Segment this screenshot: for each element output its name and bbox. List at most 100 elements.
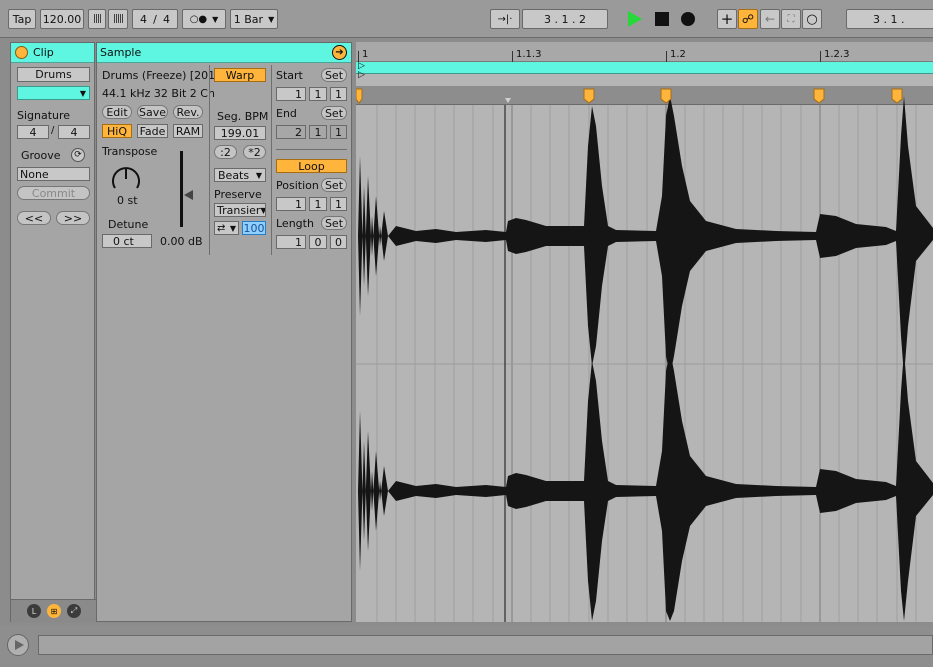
preserve-label: Preserve — [214, 188, 262, 201]
play-icon[interactable] — [628, 11, 642, 27]
time-signature-field[interactable]: 4 / 4 — [132, 9, 178, 29]
detune-label: Detune — [108, 218, 149, 231]
detune-field[interactable]: 0 ct — [102, 234, 152, 248]
length-beat-field[interactable]: 0 — [309, 235, 327, 249]
hiq-button[interactable]: HiQ — [102, 124, 132, 138]
position-set-button[interactable]: Set — [321, 178, 347, 192]
save-button[interactable]: Save — [137, 105, 168, 119]
launch-box-icon[interactable]: L — [27, 604, 41, 618]
sample-file-info: 44.1 kHz 32 Bit 2 Ch — [102, 87, 215, 100]
nudge-down-icon[interactable]: |||| — [88, 9, 106, 29]
divider — [271, 65, 272, 255]
record-icon[interactable] — [681, 12, 695, 26]
clip-color-dropdown[interactable]: ▼ — [17, 86, 90, 100]
groove-hot-swap-icon[interactable]: ⟳ — [71, 148, 85, 162]
loop-mode-icon: ⇄ — [217, 222, 226, 234]
start-beat-field[interactable]: 1 — [309, 87, 327, 101]
sample-expand-icon[interactable]: ➔ — [332, 45, 347, 60]
clip-panel-header: Clip — [11, 43, 94, 63]
ruler-label: 1 — [362, 49, 369, 60]
half-tempo-button[interactable]: :2 — [214, 145, 237, 159]
tempo-field[interactable]: 120.00 — [40, 9, 84, 29]
end-bar-field[interactable]: 2 — [276, 125, 306, 139]
length-bar-field[interactable]: 1 — [276, 235, 306, 249]
sample-editor[interactable]: 1 1.1.3 1.2 1.2.3 ▷ ▷ — [356, 42, 933, 622]
preview-play-button[interactable] — [7, 634, 29, 656]
end-set-button[interactable]: Set — [321, 106, 347, 120]
quantize-value: 1 Bar — [233, 12, 264, 26]
start-bar-field[interactable]: 1 — [276, 87, 306, 101]
chevron-down-icon: ▼ — [229, 223, 236, 233]
playhead-marker-icon — [505, 98, 511, 103]
loop-start-field[interactable]: 3 . 1 . — [846, 9, 933, 29]
gain-slider-handle-icon[interactable] — [184, 190, 193, 200]
ruler-label: 1.2.3 — [824, 49, 850, 60]
loop-button[interactable]: Loop — [276, 159, 347, 173]
commit-button[interactable]: Commit — [17, 186, 90, 200]
add-icon[interactable]: + — [717, 9, 737, 29]
double-tempo-button[interactable]: *2 — [243, 145, 266, 159]
warp-mode-dropdown[interactable]: Beats ▼ — [214, 168, 266, 182]
capture-icon[interactable]: ⛶ — [781, 9, 801, 29]
groove-selector[interactable]: None — [17, 167, 90, 181]
end-label: End — [276, 107, 297, 120]
clip-signature-numerator[interactable]: 4 — [17, 125, 49, 139]
sample-panel: Sample ➔ Drums (Freeze) [201 44.1 kHz 32… — [96, 42, 352, 622]
stop-icon[interactable] — [655, 12, 669, 26]
back-to-arrangement-icon[interactable]: ← — [760, 9, 780, 29]
automation-arm-icon[interactable]: ☍ — [738, 9, 758, 29]
start-set-button[interactable]: Set — [321, 68, 347, 82]
nudge-back-button[interactable]: << — [17, 211, 51, 225]
transient-envelope-field[interactable]: 100 — [242, 221, 266, 235]
position-beat-field[interactable]: 1 — [309, 197, 327, 211]
start-sixteenth-field[interactable]: 1 — [330, 87, 347, 101]
clip-header-title: Clip — [33, 46, 54, 59]
edit-button[interactable]: Edit — [102, 105, 132, 119]
warp-mode-value: Beats — [218, 168, 250, 182]
reverse-button[interactable]: Rev. — [173, 105, 203, 119]
signature-label: Signature — [17, 109, 71, 122]
loop-start-marker-icon[interactable]: ▷ ▷ — [358, 62, 365, 80]
chevron-down-icon: ▼ — [79, 88, 86, 98]
sample-box-icon[interactable]: ⊞ — [47, 604, 61, 618]
end-sixteenth-field[interactable]: 1 — [330, 125, 347, 139]
chevron-down-icon: ▼ — [260, 205, 266, 215]
signature-denominator: 4 — [162, 12, 170, 26]
session-record-icon[interactable]: ○ — [802, 9, 822, 29]
clip-view-selector: L ⊞ ⤢ — [11, 599, 96, 623]
quantize-dropdown[interactable]: 1 Bar ▼ — [230, 9, 278, 29]
envelope-box-icon[interactable]: ⤢ — [67, 604, 81, 618]
metronome-icon: ○● — [189, 13, 208, 25]
position-sixteenth-field[interactable]: 1 — [330, 197, 347, 211]
sample-header-title: Sample — [100, 46, 142, 59]
arrangement-position-field[interactable]: 3 . 1 . 2 — [522, 9, 608, 29]
length-sixteenth-field[interactable]: 0 — [330, 235, 347, 249]
transport-bar: Tap 120.00 |||| ||||| 4 / 4 ○● ▼ 1 Bar ▼… — [0, 0, 933, 38]
clip-signature-denominator[interactable]: 4 — [58, 125, 90, 139]
length-set-button[interactable]: Set — [321, 216, 347, 230]
tap-tempo-button[interactable]: Tap — [8, 9, 36, 29]
seg-bpm-field[interactable]: 199.01 — [214, 126, 266, 140]
nudge-forward-button[interactable]: >> — [56, 211, 90, 225]
beat-ruler[interactable]: 1 1.1.3 1.2 1.2.3 — [356, 42, 933, 62]
warp-marker-icon — [813, 88, 825, 104]
clip-activator-icon[interactable] — [15, 46, 28, 59]
follow-icon[interactable]: →|· — [490, 9, 520, 29]
clip-name-field[interactable]: Drums — [17, 67, 90, 82]
warp-button[interactable]: Warp — [214, 68, 266, 82]
position-bar-field[interactable]: 1 — [276, 197, 306, 211]
preserve-dropdown[interactable]: Transier ▼ — [214, 203, 266, 217]
end-beat-field[interactable]: 1 — [309, 125, 327, 139]
loop-brace[interactable] — [356, 62, 933, 74]
ram-button[interactable]: RAM — [173, 124, 203, 138]
transient-loop-mode-dropdown[interactable]: ⇄ ▼ — [214, 221, 239, 235]
waveform-display[interactable] — [356, 86, 933, 622]
gain-slider-track[interactable] — [180, 151, 183, 227]
fade-button[interactable]: Fade — [137, 124, 168, 138]
sample-file-name: Drums (Freeze) [201 — [102, 69, 216, 82]
status-message-bar — [38, 635, 933, 655]
nudge-up-icon[interactable]: ||||| — [108, 9, 128, 29]
metronome-dropdown[interactable]: ○● ▼ — [182, 9, 226, 29]
clip-panel: Clip Drums ▼ Signature 4 / 4 Groove ⟳ No… — [10, 42, 96, 623]
transpose-knob[interactable] — [109, 162, 143, 194]
